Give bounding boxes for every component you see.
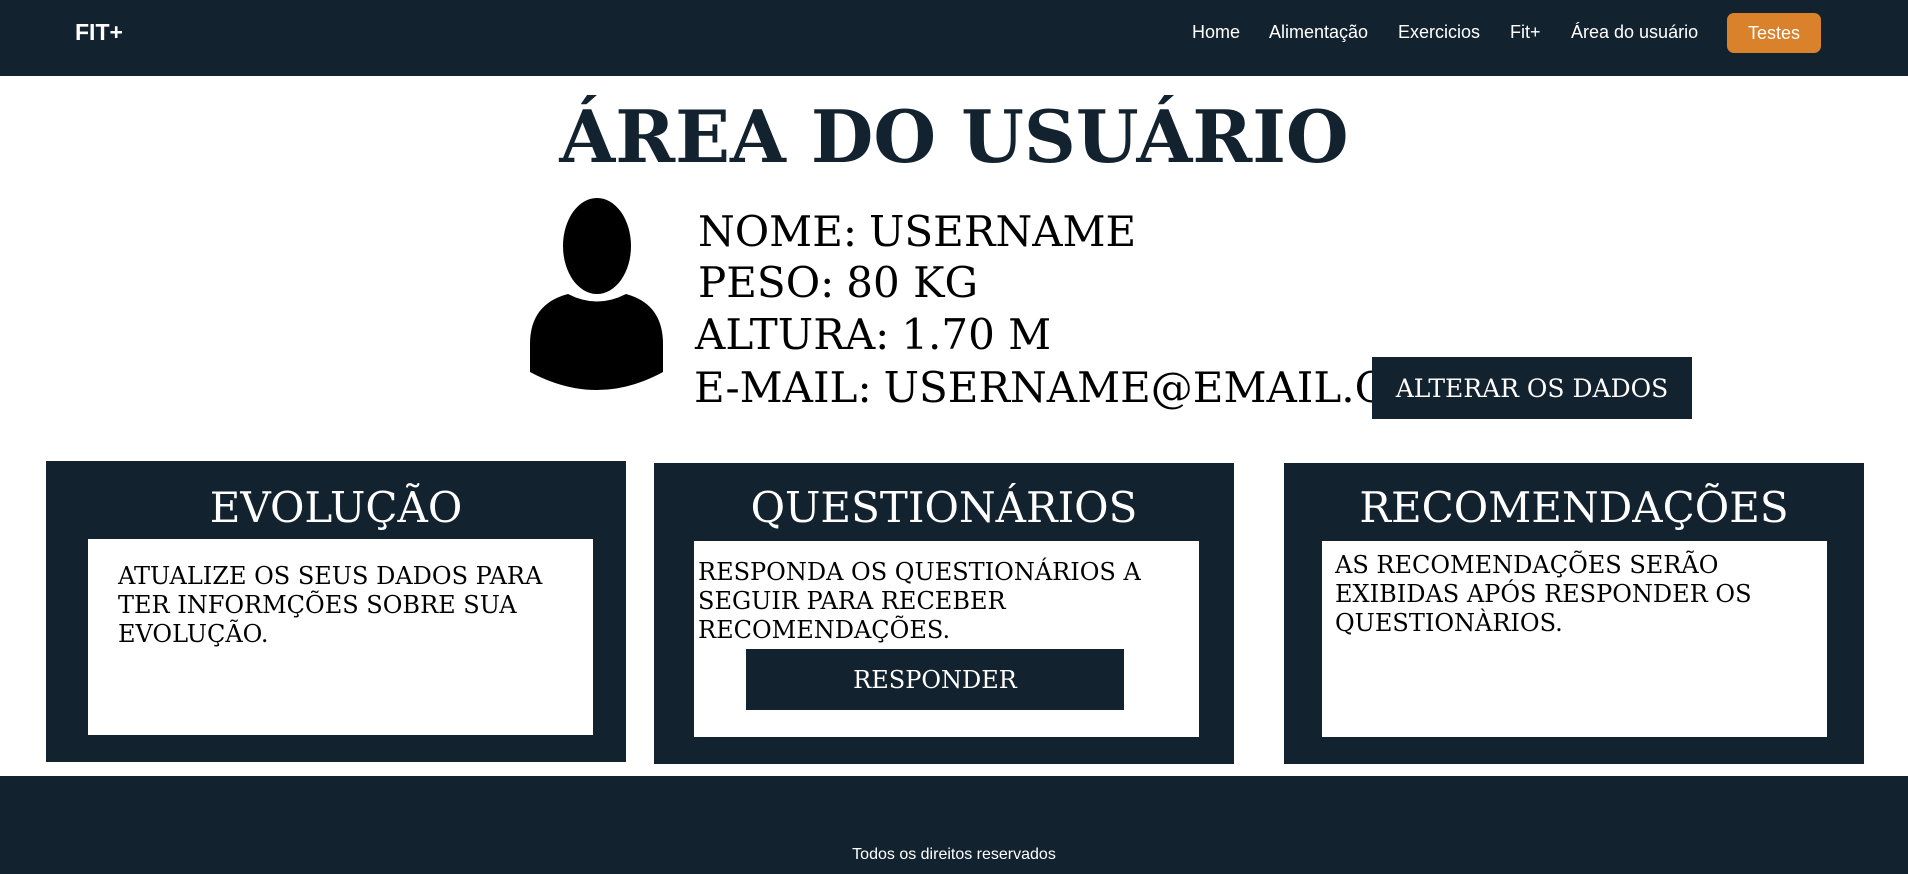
navbar: FIT+ Home Alimentação Exercicios Fit+ Ár… bbox=[0, 0, 1908, 76]
page-title: ÁREA DO USUÁRIO bbox=[559, 94, 1349, 179]
name-label: NOME: bbox=[698, 207, 857, 256]
weight-label: PESO: bbox=[698, 258, 835, 307]
footer: Todos os direitos reservados bbox=[0, 776, 1908, 874]
edit-data-button[interactable]: ALTERAR OS DADOS bbox=[1372, 357, 1692, 419]
recommendations-card: RECOMENDAÇÕES AS RECOMENDAÇÕES SERÃO EXI… bbox=[1284, 463, 1864, 764]
height-label: ALTURA: bbox=[695, 310, 890, 359]
evolution-card-body: ATUALIZE OS SEUS DADOS PARA TER INFORMÇÕ… bbox=[88, 539, 593, 735]
recommendations-card-body: AS RECOMENDAÇÕES SERÃO EXIBIDAS APÓS RES… bbox=[1322, 541, 1827, 737]
questionnaires-card-title: QUESTIONÁRIOS bbox=[750, 483, 1138, 532]
evolution-card: EVOLUÇÃO ATUALIZE OS SEUS DADOS PARA TER… bbox=[46, 461, 626, 762]
user-email-row: E-MAIL: USERNAME@EMAIL.COM bbox=[694, 364, 1464, 412]
name-value: USERNAME bbox=[869, 207, 1137, 256]
user-silhouette-icon bbox=[530, 198, 663, 390]
evolution-card-text: ATUALIZE OS SEUS DADOS PARA TER INFORMÇÕ… bbox=[118, 562, 543, 648]
nav-link-area-do-usuario[interactable]: Área do usuário bbox=[1571, 22, 1698, 43]
user-name-row: NOME: USERNAME bbox=[698, 208, 1136, 256]
nav-link-fit-plus[interactable]: Fit+ bbox=[1510, 22, 1541, 43]
user-weight-row: PESO: 80 KG bbox=[698, 259, 978, 307]
nav-link-exercicios[interactable]: Exercicios bbox=[1398, 22, 1480, 43]
respond-button[interactable]: RESPONDER bbox=[746, 649, 1124, 710]
nav-link-alimentacao[interactable]: Alimentação bbox=[1269, 22, 1368, 43]
questionnaires-card-text: RESPONDA OS QUESTIONÁRIOS A SEGUIR PARA … bbox=[698, 558, 1141, 644]
height-value: 1.70 M bbox=[901, 310, 1052, 359]
footer-copyright: Todos os direitos reservados bbox=[852, 846, 1056, 863]
brand-logo[interactable]: FIT+ bbox=[75, 19, 123, 46]
questionnaires-card: QUESTIONÁRIOS RESPONDA OS QUESTIONÁRIOS … bbox=[654, 463, 1234, 764]
nav-link-home[interactable]: Home bbox=[1192, 22, 1240, 43]
email-label: E-MAIL: bbox=[694, 363, 872, 412]
recommendations-card-text: AS RECOMENDAÇÕES SERÃO EXIBIDAS APÓS RES… bbox=[1335, 551, 1752, 637]
evolution-card-title: EVOLUÇÃO bbox=[209, 483, 463, 532]
weight-value: 80 KG bbox=[846, 258, 979, 307]
user-height-row: ALTURA: 1.70 M bbox=[695, 311, 1051, 359]
questionnaires-card-body: RESPONDA OS QUESTIONÁRIOS A SEGUIR PARA … bbox=[694, 541, 1199, 737]
testes-button[interactable]: Testes bbox=[1727, 13, 1821, 53]
recommendations-card-title: RECOMENDAÇÕES bbox=[1359, 483, 1789, 532]
